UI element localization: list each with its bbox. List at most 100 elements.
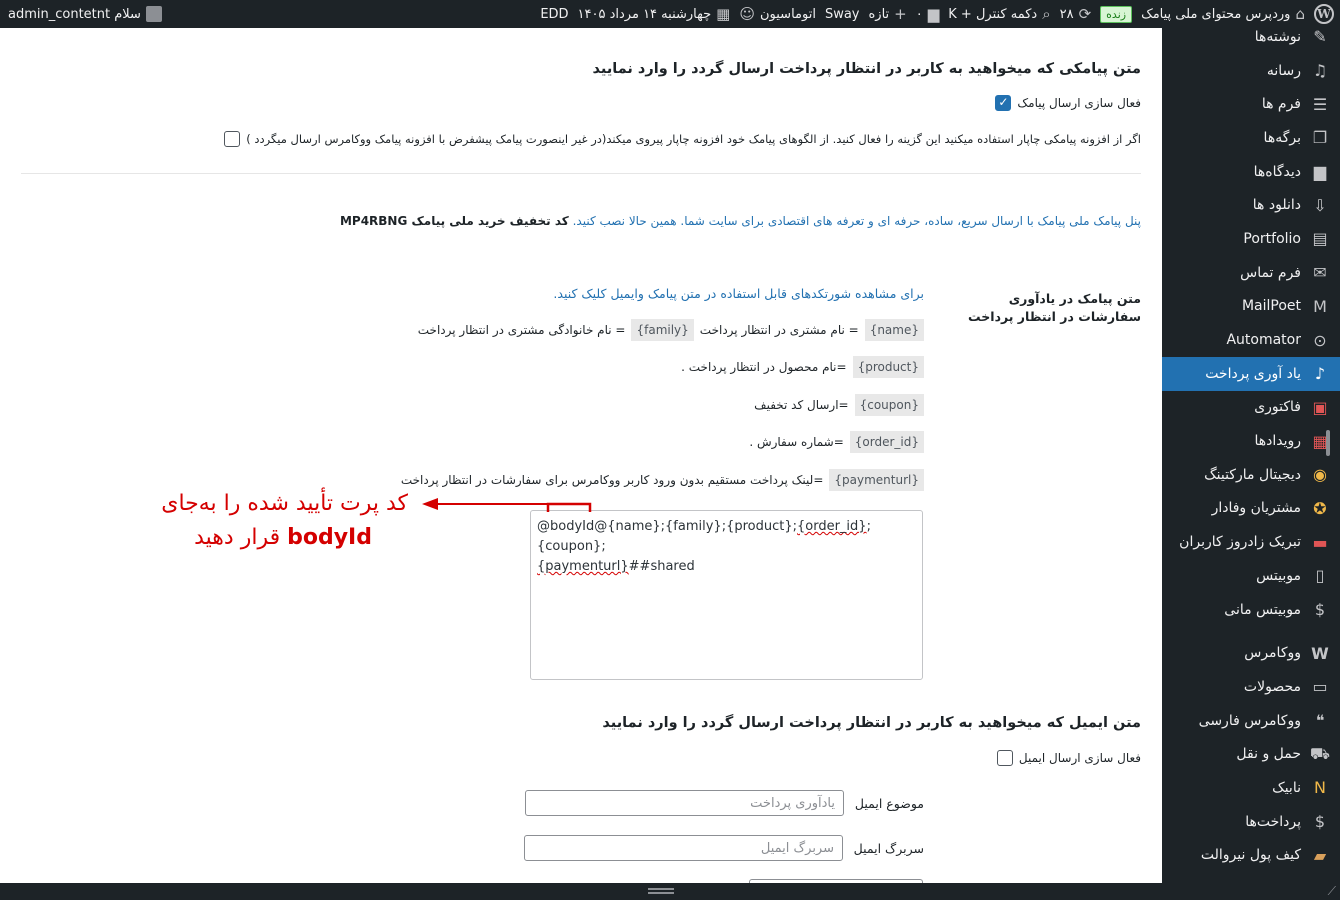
chapar-label: اگر از افزونه پیامکی چاپار استفاده میکنی… [246,132,1141,146]
sidebar-item-loyal-customers[interactable]: ✪ مشتریان وفادار [1162,492,1340,526]
shortcode-family-desc: = نام خانوادگی مشتری در انتظار پرداخت [417,323,626,337]
shortcode-row-product: {product} =نام محصول در انتظار پرداخت . [681,356,924,378]
mailpoet-icon: M [1313,296,1327,316]
nabik-icon: N [1314,778,1326,798]
annotation-text-line2: bodyId قرار دهید [194,525,372,550]
woo-persian-icon: ❝ [1315,711,1325,731]
comment-bubble-icon: ▆ [927,5,940,23]
shortcode-coupon: {coupon} [854,394,924,416]
sms-enable-label: فعال سازی ارسال پیامک [1017,96,1141,110]
promo-link[interactable]: پنل پیامک ملی پیامک با ارسال سریع، ساده،… [573,214,1141,228]
sidebar-item-digital-marketing[interactable]: ◉ دیجیتال مارکتینگ [1162,458,1340,492]
promo-code: کد تخفیف خرید ملی پیامک MP4RBNG [339,214,569,228]
resize-grip-icon[interactable]: ⟋ [1328,884,1336,899]
sidebar-item-woo-persian[interactable]: ❝ ووکامرس فارسی [1162,704,1340,738]
sidebar-item-payment-reminder[interactable]: ♪ یاد آوری پرداخت [1162,356,1340,391]
live-badge: زنده [1100,5,1133,23]
email-enable-checkbox[interactable] [996,750,1013,766]
window-scrollbar[interactable] [1326,430,1330,456]
email-header-label: سربرگ ایمیل [853,841,924,856]
sidebar-item-automator[interactable]: ⊙ Automator [1162,323,1340,357]
sidebar-item-wallet[interactable]: ▰ کیف پول نیروالت [1162,839,1340,873]
shortcode-paymenturl: {paymenturl} [829,469,924,491]
sidebar-item-mobits[interactable]: ▯ موبیتس [1162,559,1340,593]
download-icon: ⇩ [1313,195,1327,215]
shortcode-family: {family} [631,319,694,341]
edd-link[interactable]: EDD [540,7,568,22]
sidebar-item-nabik[interactable]: N نابیک [1162,771,1340,805]
chapar-checkbox[interactable] [224,131,241,147]
annotation-rest: قرار دهید [194,525,281,550]
sidebar-item-payments[interactable]: $ پرداخت‌ها [1162,805,1340,839]
resize-handle-icon[interactable] [648,888,674,894]
sidebar-item-woocommerce[interactable]: W ووکامرس [1162,636,1340,670]
sms-text-textarea[interactable]: @bodyId@{name};{family};{product};{order… [530,510,923,680]
sidebar-item-mobits-money[interactable]: $ موبیتس مانی [1162,593,1340,627]
sidebar-item-comments[interactable]: ▆ دیدگاه‌ها [1162,155,1340,189]
sidebar-item-portfolio[interactable]: ▤ Portfolio [1162,222,1340,256]
date-display: ▦ چهارشنبه ۱۴ مرداد ۱۴۰۵ [577,5,731,23]
new-content-link[interactable]: + تازه [868,5,906,23]
plus-icon: + [894,5,907,23]
site-name-link[interactable]: ⌂ وردپرس محتوای ملی پیامک [1141,5,1305,23]
sidebar-item-shipping[interactable]: ⛟ حمل و نقل [1162,737,1340,771]
sidebar-item-invoice[interactable]: ▣ فاکتوری [1162,391,1340,425]
bottom-status-bar: ⟋ [0,883,1340,900]
sidebar-item-mailpoet[interactable]: M MailPoet [1162,290,1340,324]
email-header-input[interactable]: سربرگ ایمیل [524,835,843,861]
sway-link[interactable]: Sway [825,7,860,22]
sidebar-item-forms[interactable]: ☰ فرم ها [1162,87,1340,121]
pages-icon: ❐ [1312,128,1328,148]
automator-icon: ⊙ [1313,330,1327,350]
wordpress-logo-icon[interactable]: W [1314,4,1334,24]
shortcode-name: {name} [864,319,924,341]
annotation-text-line1: کد پرت تأیید شده را به‌جای [161,491,408,516]
woocommerce-icon: W [1311,643,1329,663]
updates-link[interactable]: ⟳ ۲۸ [1060,5,1092,23]
sms-text-suffix: ##shared [628,559,695,574]
shortcodes-link[interactable]: برای مشاهده شورتکدهای قابل استفاده در مت… [553,286,924,301]
sidebar-item-contact-form[interactable]: ✉ فرم تماس [1162,256,1340,290]
command-palette-link[interactable]: ⌕ دکمه کنترل + K [948,5,1050,23]
comments-link[interactable]: ▆ ۰ [916,5,940,23]
archive-icon: ▭ [1312,677,1328,697]
admin-sidebar: ✎ نوشته‌ها ♫ رسانه ☰ فرم ها ❐ برگه‌ها ▆ دیدگا… [1162,28,1340,883]
phone-icon: ▯ [1315,566,1325,586]
email-subject-label: موضوع ایمیل [854,796,924,811]
sidebar-item-events[interactable]: ▦ رویدادها [1162,424,1340,458]
sms-enable-row: فعال سازی ارسال پیامک ✓ [995,95,1141,111]
comment-icon: ▆ [1313,162,1327,182]
shortcode-product-desc: =نام محصول در انتظار پرداخت . [681,360,847,374]
mail-icon: ✉ [1313,263,1327,283]
sidebar-item-products[interactable]: ▭ محصولات [1162,670,1340,704]
email-section-title: متن ایمیل که میخواهید به کاربر در انتظار… [602,715,1141,731]
refresh-icon: ⟳ [1078,5,1092,23]
pin-icon: ✎ [1313,28,1327,47]
shortcode-product: {product} [852,356,924,378]
dollar-icon: $ [1314,600,1326,620]
invoice-icon: ▣ [1312,397,1328,417]
badge-icon: ✪ [1313,498,1327,518]
section-divider [21,173,1141,174]
annotation-bold-bodyid: bodyId [287,525,372,550]
admin-bar: W ⌂ وردپرس محتوای ملی پیامک زنده ⟳ ۲۸ ⌕ … [0,0,1340,28]
payment-icon: $ [1314,812,1326,832]
sidebar-item-downloads[interactable]: ⇩ دانلود ها [1162,188,1340,222]
account-greeting[interactable]: سلام admin_contetnt [8,6,162,22]
shortcode-order-id: {order_id} [849,431,924,453]
shortcode-order-desc: =شماره سفارش . [749,435,844,449]
email-subject-input[interactable]: یادآوری پرداخت [525,790,844,816]
automation-link[interactable]: اتوماسیون ☺ [739,5,816,23]
promo-line: پنل پیامک ملی پیامک با ارسال سریع، ساده،… [340,214,1141,228]
shortcode-coupon-desc: =ارسال کد تخفیف [754,398,849,412]
sidebar-item-media[interactable]: ♫ رسانه [1162,54,1340,88]
sidebar-item-pages[interactable]: ❐ برگه‌ها [1162,121,1340,155]
media-icon: ♫ [1312,61,1328,81]
search-icon: ⌕ [1042,5,1051,23]
sms-enable-checkbox[interactable]: ✓ [995,95,1012,111]
robot-icon: ☺ [739,5,755,23]
main-content: متن پیامکی که میخواهید به کاربر در انتظا… [0,28,1162,883]
sidebar-item-posts[interactable]: ✎ نوشته‌ها [1162,28,1340,54]
forms-icon: ☰ [1312,94,1328,114]
sidebar-item-birthday[interactable]: ▬ تبریک زادروز کاربران [1162,525,1340,559]
